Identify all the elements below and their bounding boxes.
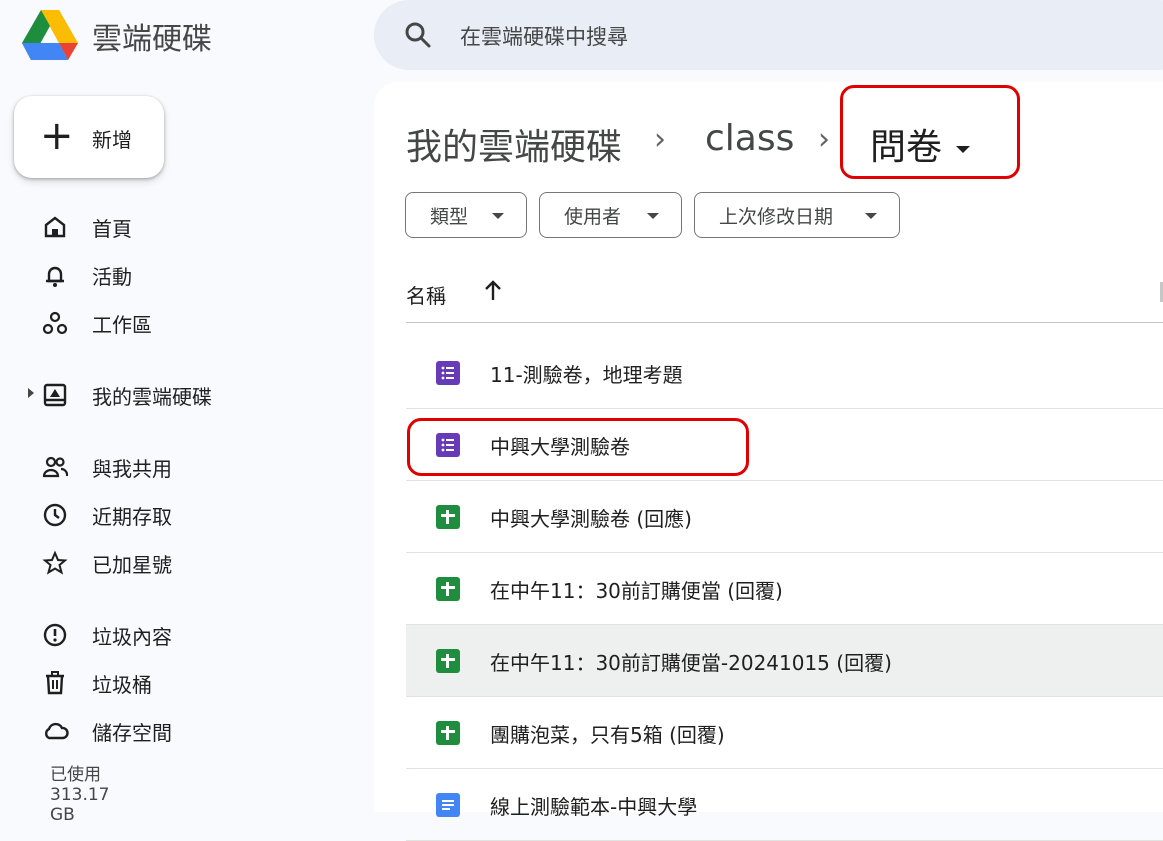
file-name: 在中午11：30前訂購便當 (回覆) bbox=[490, 579, 783, 603]
highlight-box-file bbox=[407, 418, 749, 476]
app-title[interactable]: 雲端硬碟 bbox=[92, 14, 212, 58]
breadcrumb-root[interactable]: 我的雲端硬碟 bbox=[406, 118, 622, 170]
column-header-name[interactable]: 名稱 bbox=[406, 280, 446, 309]
search-input[interactable]: 在雲端硬碟中搜尋 bbox=[460, 21, 628, 51]
dropdown-arrow-icon bbox=[865, 213, 877, 219]
sidebar-item-label: 近期存取 bbox=[92, 505, 172, 529]
sidebar-item-home[interactable]: 首頁 bbox=[30, 206, 360, 246]
sidebar-item-label: 已加星號 bbox=[92, 553, 172, 577]
cloud-icon bbox=[45, 722, 69, 740]
file-name: 在中午11：30前訂購便當-20241015 (回覆) bbox=[490, 651, 892, 675]
plus-icon: + bbox=[40, 113, 74, 159]
sidebar-item-starred[interactable]: 已加星號 bbox=[30, 542, 360, 582]
sort-ascending-icon[interactable] bbox=[482, 278, 504, 304]
trash-icon bbox=[46, 671, 64, 695]
google-docs-icon bbox=[436, 793, 460, 817]
people-icon bbox=[42, 456, 68, 478]
storage-used-text: 已使用 313.17 GB bbox=[50, 765, 110, 825]
sidebar-item-label: 活動 bbox=[92, 265, 132, 289]
filter-people[interactable]: 使用者 bbox=[539, 192, 682, 238]
breadcrumb-class[interactable]: class bbox=[705, 118, 794, 159]
sidebar-item-my-drive[interactable]: 我的雲端硬碟 bbox=[28, 374, 360, 414]
header-divider bbox=[406, 322, 1163, 323]
file-row[interactable]: 中興大學測驗卷 (回應) bbox=[406, 481, 1163, 553]
file-name: 團購泡菜，只有5箱 (回覆) bbox=[490, 723, 725, 747]
dropdown-arrow-icon bbox=[647, 213, 659, 219]
file-row[interactable]: 線上測驗範本-中興大學 bbox=[406, 769, 1163, 841]
search-bar[interactable]: 在雲端硬碟中搜尋 bbox=[374, 0, 1163, 70]
google-sheets-icon bbox=[436, 505, 460, 529]
sidebar-item-label: 我的雲端硬碟 bbox=[92, 385, 212, 409]
file-name: 中興大學測驗卷 (回應) bbox=[490, 507, 692, 531]
search-icon[interactable] bbox=[402, 19, 434, 51]
new-button[interactable]: + 新增 bbox=[14, 96, 164, 178]
file-row[interactable]: 在中午11：30前訂購便當 (回覆) bbox=[406, 553, 1163, 625]
top-bar: 雲端硬碟 在雲端硬碟中搜尋 bbox=[0, 0, 1163, 80]
home-icon bbox=[44, 216, 66, 238]
sidebar-item-shared[interactable]: 與我共用 bbox=[30, 446, 360, 486]
dropdown-arrow-icon bbox=[492, 213, 504, 219]
google-sheets-icon bbox=[436, 649, 460, 673]
breadcrumb-separator-icon: › bbox=[654, 122, 666, 157]
filter-modified[interactable]: 上次修改日期 bbox=[694, 192, 900, 238]
sidebar-item-label: 儲存空間 bbox=[92, 721, 172, 745]
sidebar-item-trash[interactable]: 垃圾桶 bbox=[30, 662, 360, 702]
sidebar-item-activity[interactable]: 活動 bbox=[30, 254, 360, 294]
file-row-selected[interactable]: 在中午11：30前訂購便當-20241015 (回覆) bbox=[406, 625, 1163, 697]
my-drive-icon bbox=[43, 383, 67, 407]
sidebar-item-label: 垃圾內容 bbox=[92, 625, 172, 649]
sidebar-item-label: 與我共用 bbox=[92, 457, 172, 481]
sidebar-item-label: 工作區 bbox=[92, 313, 152, 337]
file-name: 11-測驗卷，地理考題 bbox=[490, 363, 683, 387]
file-row[interactable]: 團購泡菜，只有5箱 (回覆) bbox=[406, 697, 1163, 769]
breadcrumb-separator-icon: › bbox=[818, 122, 830, 157]
workspaces-icon bbox=[42, 311, 68, 335]
sidebar-item-label: 首頁 bbox=[92, 217, 132, 241]
filter-people-label: 使用者 bbox=[564, 205, 622, 228]
file-row[interactable]: 11-測驗卷，地理考題 bbox=[406, 337, 1163, 409]
sidebar-item-recent[interactable]: 近期存取 bbox=[30, 494, 360, 534]
google-sheets-icon bbox=[436, 577, 460, 601]
spam-icon bbox=[43, 623, 67, 647]
bell-icon bbox=[46, 266, 64, 287]
google-sheets-icon bbox=[436, 721, 460, 745]
sidebar-item-storage[interactable]: 儲存空間 bbox=[30, 710, 360, 750]
highlight-box-breadcrumb bbox=[840, 85, 1020, 179]
filter-type-label: 類型 bbox=[430, 205, 469, 228]
drive-logo-icon[interactable] bbox=[22, 10, 78, 60]
clock-icon bbox=[43, 503, 67, 527]
sidebar-item-label: 垃圾桶 bbox=[92, 673, 152, 697]
star-icon bbox=[42, 550, 68, 575]
new-button-label: 新增 bbox=[92, 128, 132, 152]
expand-caret-icon[interactable] bbox=[28, 388, 34, 398]
google-forms-icon bbox=[436, 361, 460, 385]
filter-modified-label: 上次修改日期 bbox=[719, 205, 834, 228]
filter-type[interactable]: 類型 bbox=[405, 192, 527, 238]
sidebar-item-spam[interactable]: 垃圾內容 bbox=[30, 614, 360, 654]
sidebar-item-workspaces[interactable]: 工作區 bbox=[30, 302, 360, 342]
